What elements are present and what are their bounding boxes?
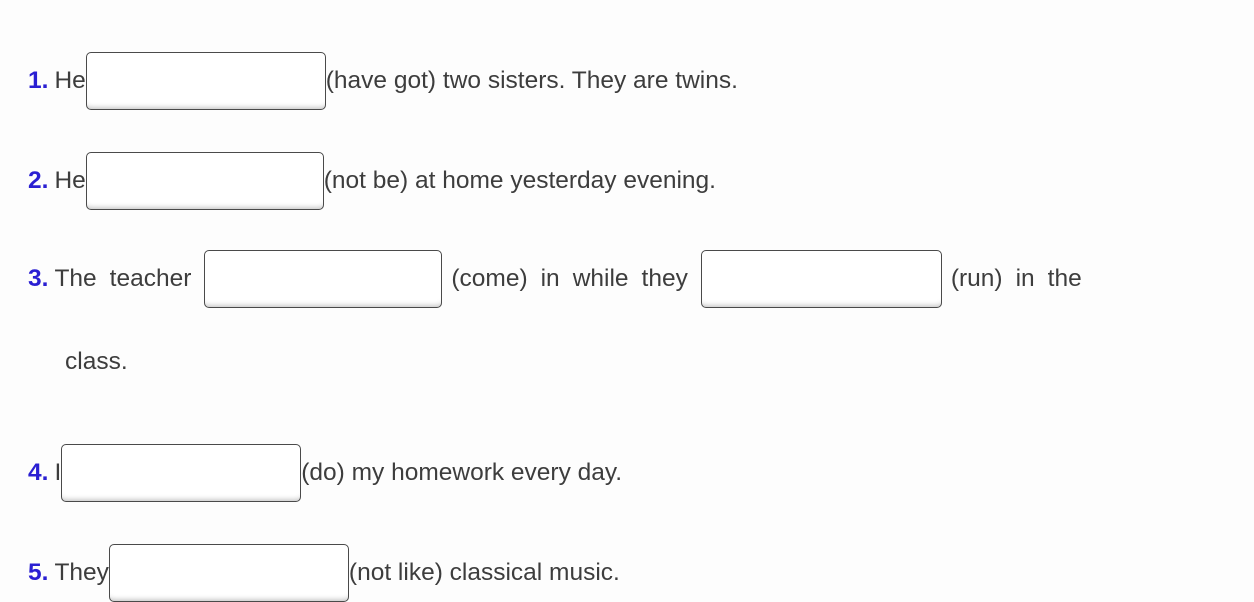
exercise-number-4: 4. xyxy=(28,459,49,486)
exercise-text-before-4: I xyxy=(54,459,62,486)
blank-input-1[interactable] xyxy=(85,52,326,110)
worksheet-container: 1. He (have got) two sisters. They are twi… xyxy=(0,0,1254,602)
exercise-number-1: 1. xyxy=(28,67,49,94)
exercise-text-after-1: (have got) two sisters. They are twins. xyxy=(325,67,738,94)
exercise-text-in-3: in xyxy=(540,265,560,292)
blank-input-5[interactable] xyxy=(108,544,349,602)
exercise-number-2: 2. xyxy=(28,167,49,194)
exercise-text-before-1: He xyxy=(54,67,86,94)
exercise-text-in2-3: in xyxy=(1015,265,1035,292)
exercise-text-they-3: they xyxy=(641,265,688,292)
exercise-row-2: 2. He (not be) at home yesterday evening. xyxy=(0,152,1254,210)
exercise-text-teacher-3: teacher xyxy=(109,265,192,292)
exercise-text-after-5: (not like) classical music. xyxy=(348,559,620,586)
exercise-row-5: 5. They (not like) classical music. xyxy=(0,544,1254,602)
blank-input-4[interactable] xyxy=(61,444,302,502)
blank-input-3a[interactable] xyxy=(204,250,443,308)
exercise-text-run-3: (run) xyxy=(950,265,1003,292)
exercise-text-come-3: (come) xyxy=(451,265,528,292)
blank-input-3b[interactable] xyxy=(700,250,942,308)
exercise-row-1: 1. He (have got) two sisters. They are twi… xyxy=(0,52,1254,110)
exercise-number-5: 5. xyxy=(28,559,49,586)
exercise-text-the-3: The xyxy=(54,265,97,292)
exercise-number-3: 3. xyxy=(28,265,49,292)
exercise-row-3-continuation: class. xyxy=(0,348,1254,376)
exercise-text-while-3: while xyxy=(572,265,629,292)
exercise-text-the2-3: the xyxy=(1047,265,1082,292)
exercise-row-3: 3. The teacher (come) in while they (run) in the xyxy=(0,250,1254,308)
exercise-text-before-2: He xyxy=(54,167,86,194)
exercise-text-before-5: They xyxy=(54,559,109,586)
blank-input-2[interactable] xyxy=(85,152,324,210)
exercise-row-4: 4. I (do) my homework every day. xyxy=(0,444,1254,502)
exercise-text-class-3: class. xyxy=(65,348,128,375)
exercise-text-after-4: (do) my homework every day. xyxy=(301,459,623,486)
exercise-text-after-2: (not be) at home yesterday evening. xyxy=(323,167,716,194)
